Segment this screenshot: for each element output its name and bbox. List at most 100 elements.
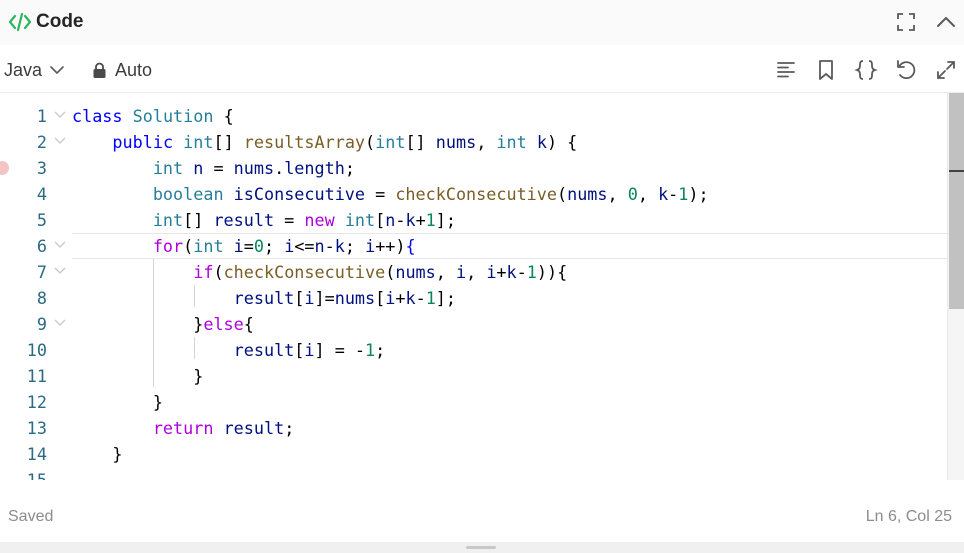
- line-code[interactable]: public int[] resultsArray(int[] nums, in…: [72, 129, 577, 155]
- mode-indicator[interactable]: Auto: [92, 58, 152, 82]
- line-code[interactable]: for(int i=0; i<=n-k; i++){: [72, 233, 416, 259]
- code-token: result: [233, 288, 295, 308]
- resize-bar[interactable]: [0, 542, 964, 553]
- fold-chevron-icon[interactable]: [52, 259, 68, 285]
- expand-icon[interactable]: [934, 58, 958, 82]
- vertical-scrollbar[interactable]: [947, 93, 964, 480]
- fold-chevron-icon[interactable]: [52, 129, 68, 155]
- scrollbar-thumb[interactable]: [949, 93, 964, 309]
- code-token: ;: [344, 236, 366, 256]
- line-number[interactable]: 6: [0, 233, 47, 259]
- code-token: k: [405, 210, 416, 230]
- line-number[interactable]: 14: [0, 441, 47, 467]
- fold-chevron-icon[interactable]: [52, 311, 68, 337]
- line-code[interactable]: }else{: [72, 311, 254, 337]
- drag-handle[interactable]: [466, 546, 496, 549]
- code-line[interactable]: 11 }: [0, 363, 948, 389]
- code-token: k: [506, 262, 517, 282]
- line-number[interactable]: 7: [0, 259, 47, 285]
- line-number[interactable]: 2: [0, 129, 47, 155]
- line-code[interactable]: result[i]=nums[i+k-1];: [72, 285, 456, 311]
- code-token: checkConsecutive: [395, 184, 557, 204]
- reset-icon[interactable]: [894, 58, 918, 82]
- line-number[interactable]: 12: [0, 389, 47, 415]
- code-token: (: [365, 132, 376, 152]
- code-token: );: [688, 184, 709, 204]
- code-token: nums: [395, 262, 436, 282]
- code-token: new: [304, 210, 335, 230]
- code-token: ,: [435, 262, 456, 282]
- line-code[interactable]: result[i] = -1;: [72, 337, 386, 363]
- code-token: {: [557, 262, 568, 282]
- code-token: 1: [425, 210, 436, 230]
- line-code[interactable]: }: [72, 441, 122, 467]
- code-line[interactable]: 15: [0, 467, 948, 480]
- code-line[interactable]: 6 for(int i=0; i<=n-k; i++){: [0, 233, 948, 259]
- line-code[interactable]: int[] result = new int[n-k+1];: [72, 207, 456, 233]
- code-line[interactable]: 14 }: [0, 441, 948, 467]
- line-number[interactable]: 8: [0, 285, 47, 311]
- line-number[interactable]: 1: [0, 103, 47, 129]
- line-number[interactable]: 10: [0, 337, 47, 363]
- code-token: []: [213, 132, 244, 152]
- status-bar: Saved Ln 6, Col 25: [0, 480, 964, 542]
- line-code[interactable]: int n = nums.length;: [72, 155, 355, 181]
- cursor-position[interactable]: Ln 6, Col 25: [866, 508, 952, 526]
- code-token: []: [183, 210, 214, 230]
- fold-chevron-icon[interactable]: [52, 103, 68, 129]
- line-number[interactable]: 13: [0, 415, 47, 441]
- line-number[interactable]: 11: [0, 363, 47, 389]
- line-code[interactable]: }: [72, 363, 203, 389]
- code-token: boolean: [152, 184, 224, 204]
- line-number[interactable]: 15: [0, 467, 47, 480]
- language-select[interactable]: Java: [4, 58, 64, 82]
- code-token: k: [405, 288, 416, 308]
- braces-icon[interactable]: [854, 58, 878, 82]
- code-token: =: [243, 236, 254, 256]
- code-token: i: [385, 288, 396, 308]
- code-token: result: [223, 418, 285, 438]
- code-token: [: [375, 210, 386, 230]
- code-line[interactable]: 3 int n = nums.length;: [0, 155, 948, 181]
- fullscreen-icon[interactable]: [894, 10, 918, 34]
- code-token: .: [274, 158, 285, 178]
- code-line[interactable]: 10 result[i] = -1;: [0, 337, 948, 363]
- chevron-up-icon[interactable]: [934, 10, 958, 34]
- code-token: resultsArray: [243, 132, 366, 152]
- code-token: int: [152, 158, 184, 178]
- line-code[interactable]: class Solution {: [72, 103, 234, 129]
- code-token: length: [284, 158, 345, 178]
- line-code[interactable]: }: [72, 389, 163, 415]
- code-token: 0: [627, 184, 638, 204]
- line-code[interactable]: if(checkConsecutive(nums, i, i+k-1)){: [72, 259, 567, 285]
- fold-chevron-icon[interactable]: [52, 233, 68, 259]
- code-line[interactable]: 12 }: [0, 389, 948, 415]
- line-number[interactable]: 9: [0, 311, 47, 337]
- code-token: -: [324, 236, 335, 256]
- code-token: nums: [334, 288, 376, 308]
- line-code[interactable]: boolean isConsecutive = checkConsecutive…: [72, 181, 709, 207]
- bookmark-icon[interactable]: [814, 58, 838, 82]
- line-number[interactable]: 4: [0, 181, 47, 207]
- code-token: k: [658, 184, 669, 204]
- code-line[interactable]: 13 return result;: [0, 415, 948, 441]
- code-line[interactable]: 7 if(checkConsecutive(nums, i, i+k-1)){: [0, 259, 948, 285]
- code-line[interactable]: 2 public int[] resultsArray(int[] nums, …: [0, 129, 948, 155]
- code-token: i: [284, 236, 295, 256]
- code-line[interactable]: 8 result[i]=nums[i+k-1];: [0, 285, 948, 311]
- line-code[interactable]: return result;: [72, 415, 294, 441]
- code-line[interactable]: 9 }else{: [0, 311, 948, 337]
- code-line[interactable]: 1 class Solution {: [0, 103, 948, 129]
- save-status: Saved: [8, 508, 54, 525]
- line-number[interactable]: 5: [0, 207, 47, 233]
- code-line[interactable]: 4 boolean isConsecutive = checkConsecuti…: [0, 181, 948, 207]
- format-icon[interactable]: [774, 58, 798, 82]
- code-token: +: [496, 262, 507, 282]
- code-editor[interactable]: 1 class Solution {2 public int[] resultsA…: [0, 93, 964, 480]
- code-line[interactable]: 5 int[] result = new int[n-k+1];: [0, 207, 948, 233]
